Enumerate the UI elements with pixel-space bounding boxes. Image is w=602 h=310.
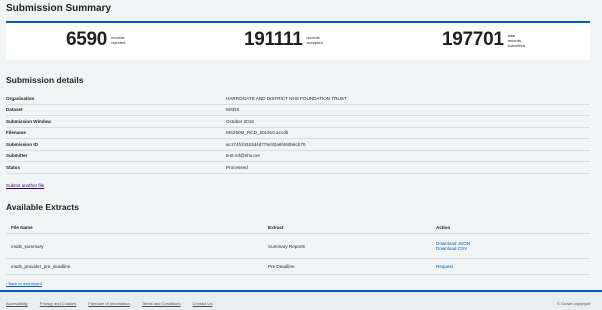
column-header-extract: Extract — [268, 225, 284, 230]
back-to-dashboard-link[interactable]: ‹ Back to dashboard — [6, 281, 42, 286]
footer-link-terms-conditions[interactable]: Terms and Conditions — [142, 301, 181, 306]
stat-total-number: 197701 — [442, 29, 504, 50]
submit-another-file-link[interactable]: Submit another file — [6, 183, 44, 188]
stat-accepted-number: 191111 — [244, 29, 303, 50]
column-header-file-name: File Name — [11, 225, 33, 230]
detail-row-organisation: Organisation HARROGATE AND DISTRICT NHS … — [6, 93, 590, 105]
available-extracts-heading: Available Extracts — [6, 202, 79, 212]
copyright-text: © Crown copyright — [557, 301, 590, 306]
detail-row-status: Status Processed — [6, 162, 590, 174]
page-title: Submission Summary — [6, 3, 112, 14]
file-name-cell: msds_summary — [11, 243, 44, 249]
footer-link-accessibility[interactable]: Accessibility — [6, 301, 28, 306]
detail-row-submission-id: Submission ID ac174fcf4323d4d779c82a6f48… — [6, 139, 590, 151]
download-csv-link[interactable]: Download CSV — [436, 246, 467, 251]
stat-accepted: 191111 records accepted — [244, 29, 323, 51]
stats-panel: 6590 records rejected 191111 records accep… — [6, 23, 590, 60]
detail-row-submission-window: Submission Window October 2019 — [6, 116, 590, 128]
action-cell: Request — [436, 264, 590, 269]
stat-accepted-label: records accepted — [306, 35, 323, 45]
detail-row-dataset: Dataset MSDS — [6, 105, 590, 116]
stat-rejected: 6590 records rejected — [66, 29, 125, 51]
stat-total: 197701 total records submitted — [442, 29, 525, 51]
file-name-cell: msds_provider_pre_deadline — [11, 264, 71, 269]
stat-total-label: total records submitted — [507, 32, 525, 48]
submission-details-heading: Submission details — [6, 75, 84, 85]
extract-cell: Pre Deadline — [268, 264, 295, 269]
footer-link-privacy-cookies[interactable]: Privacy and Cookies — [40, 301, 76, 306]
stat-rejected-label: records rejected — [111, 35, 126, 45]
table-row: msds_summary Summary Reports Download JS… — [6, 234, 590, 259]
action-cell: Download JSON Download CSV — [436, 241, 590, 251]
footer-link-contact-us[interactable]: Contact Us — [193, 301, 213, 306]
detail-row-submitter: Submitter test.ref@nhs.net — [6, 151, 590, 162]
extract-cell: Summary Reports — [268, 243, 306, 249]
detail-row-filename: Filename MS250M_RCD_201910.accdb — [6, 128, 590, 139]
extracts-table: File Name Extract Action msds_summary Su… — [6, 222, 590, 275]
footer: Accessibility Privacy and Cookies Freedo… — [0, 290, 602, 310]
stat-rejected-number: 6590 — [66, 29, 108, 50]
extracts-table-header: File Name Extract Action — [6, 222, 590, 234]
request-link[interactable]: Request — [436, 264, 453, 269]
submission-details-table: Organisation HARROGATE AND DISTRICT NHS … — [6, 93, 590, 174]
table-row: msds_provider_pre_deadline Pre Deadline … — [6, 259, 590, 275]
column-header-action: Action — [436, 225, 451, 230]
footer-links: Accessibility Privacy and Cookies Freedo… — [6, 301, 212, 306]
footer-link-freedom-of-information[interactable]: Freedom of Information — [88, 301, 130, 306]
